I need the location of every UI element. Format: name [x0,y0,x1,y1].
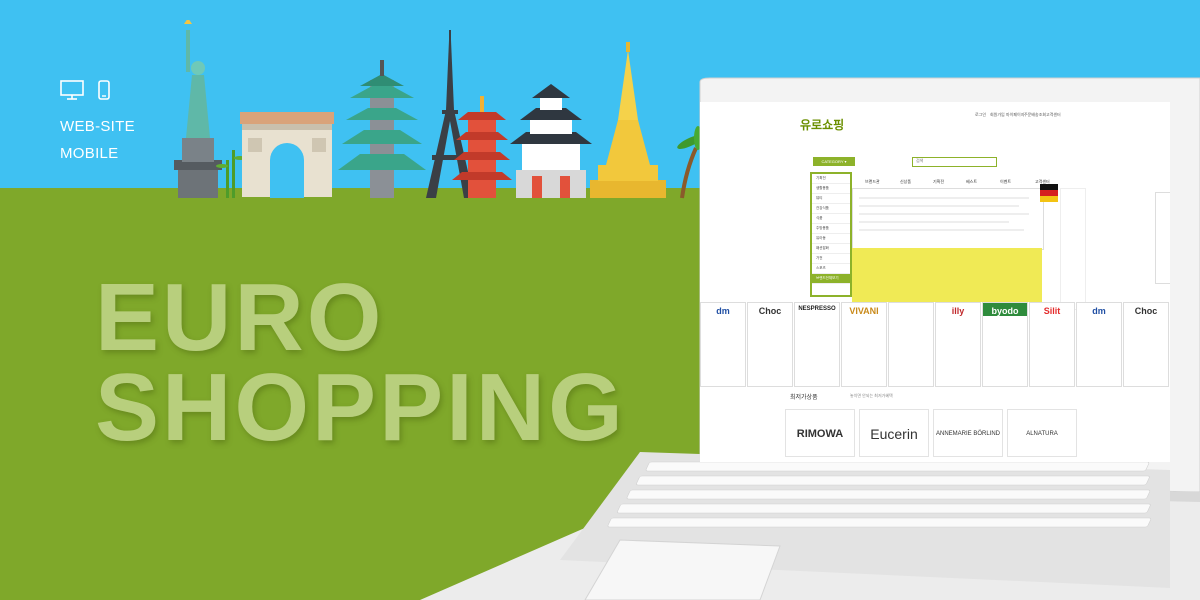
sidebar-item[interactable]: 생활용품 [812,184,850,194]
sidebar-item[interactable]: 가전 [812,254,850,264]
site-header: 유로쇼핑 로그인 회원가입 마이페이지 주문배송조회 고객센터 [700,102,1170,147]
product-card[interactable] [888,302,934,387]
sidebar-all-brands[interactable]: 브랜드전체보기 [812,274,850,284]
sidebar-item[interactable]: 유아동 [812,234,850,244]
product-carousel: dm Choc NESPRESSO VIVANI illy byodo Sili… [700,302,1170,390]
nav-tab-brand[interactable]: 브랜드관 [865,179,880,185]
util-link-order[interactable]: 주문배송조회 [1024,112,1046,118]
brand-logo[interactable]: ANNEMARIE BÖRLIND [933,409,1003,457]
product-card[interactable]: byodo [982,302,1028,387]
product-card[interactable]: dm [1076,302,1122,387]
main-banner[interactable] [852,248,1042,302]
laptop-screen: 유로쇼핑 로그인 회원가입 마이페이지 주문배송조회 고객센터 CATEGORY… [700,102,1170,462]
category-sidebar: 기획전 생활용품 뷰티 건강식품 식품 주방용품 유아동 패션잡화 가전 스포츠… [810,172,852,297]
product-card[interactable]: illy [935,302,981,387]
sidebar-item[interactable]: 식품 [812,214,850,224]
product-card[interactable]: VIVANI [841,302,887,387]
best-price-title: 최저가상품 [790,395,818,401]
brand-logo[interactable]: Eucerin [859,409,929,457]
search-input[interactable]: 검색 [912,157,997,167]
sidebar-item[interactable]: 패션잡화 [812,244,850,254]
product-card[interactable]: NESPRESSO [794,302,840,387]
recently-viewed-panel [1155,192,1170,284]
germany-flag-icon [1040,184,1058,202]
sidebar-item[interactable]: 뷰티 [812,194,850,204]
util-link-login[interactable]: 로그인 [975,112,986,118]
nav-tab-event[interactable]: 이벤트 [1000,179,1011,185]
nav-tab-best[interactable]: 베스트 [966,179,977,185]
right-side-quick-menu [1060,188,1086,310]
nav-tab-special[interactable]: 기획전 [933,179,944,185]
best-price-subtitle: 놓치면 안되는 최저가혜택 [850,393,893,398]
mega-menu-panel [852,188,1044,250]
product-card[interactable]: Silit [1029,302,1075,387]
util-link-cs[interactable]: 고객센터 [1046,112,1061,118]
brand-logo[interactable]: RIMOWA [785,409,855,457]
util-link-join[interactable]: 회원가입 [990,112,1005,118]
product-card[interactable]: Choc [747,302,793,387]
product-card[interactable]: dm [700,302,746,387]
category-button[interactable]: CATEGORY ▾ [813,157,855,166]
sidebar-item[interactable]: 건강식품 [812,204,850,214]
site-logo[interactable]: 유로쇼핑 [800,116,844,133]
brand-logo-row: RIMOWA Eucerin ANNEMARIE BÖRLIND ALNATUR… [785,409,1165,461]
nav-tab-new[interactable]: 신상품 [900,179,911,185]
util-link-mypage[interactable]: 마이페이지 [1006,112,1024,118]
product-card[interactable]: Choc [1123,302,1169,387]
sidebar-item[interactable]: 기획전 [812,174,850,184]
sidebar-item[interactable]: 주방용품 [812,224,850,234]
brand-logo[interactable]: ALNATURA [1007,409,1077,457]
sidebar-item[interactable]: 스포츠 [812,264,850,274]
